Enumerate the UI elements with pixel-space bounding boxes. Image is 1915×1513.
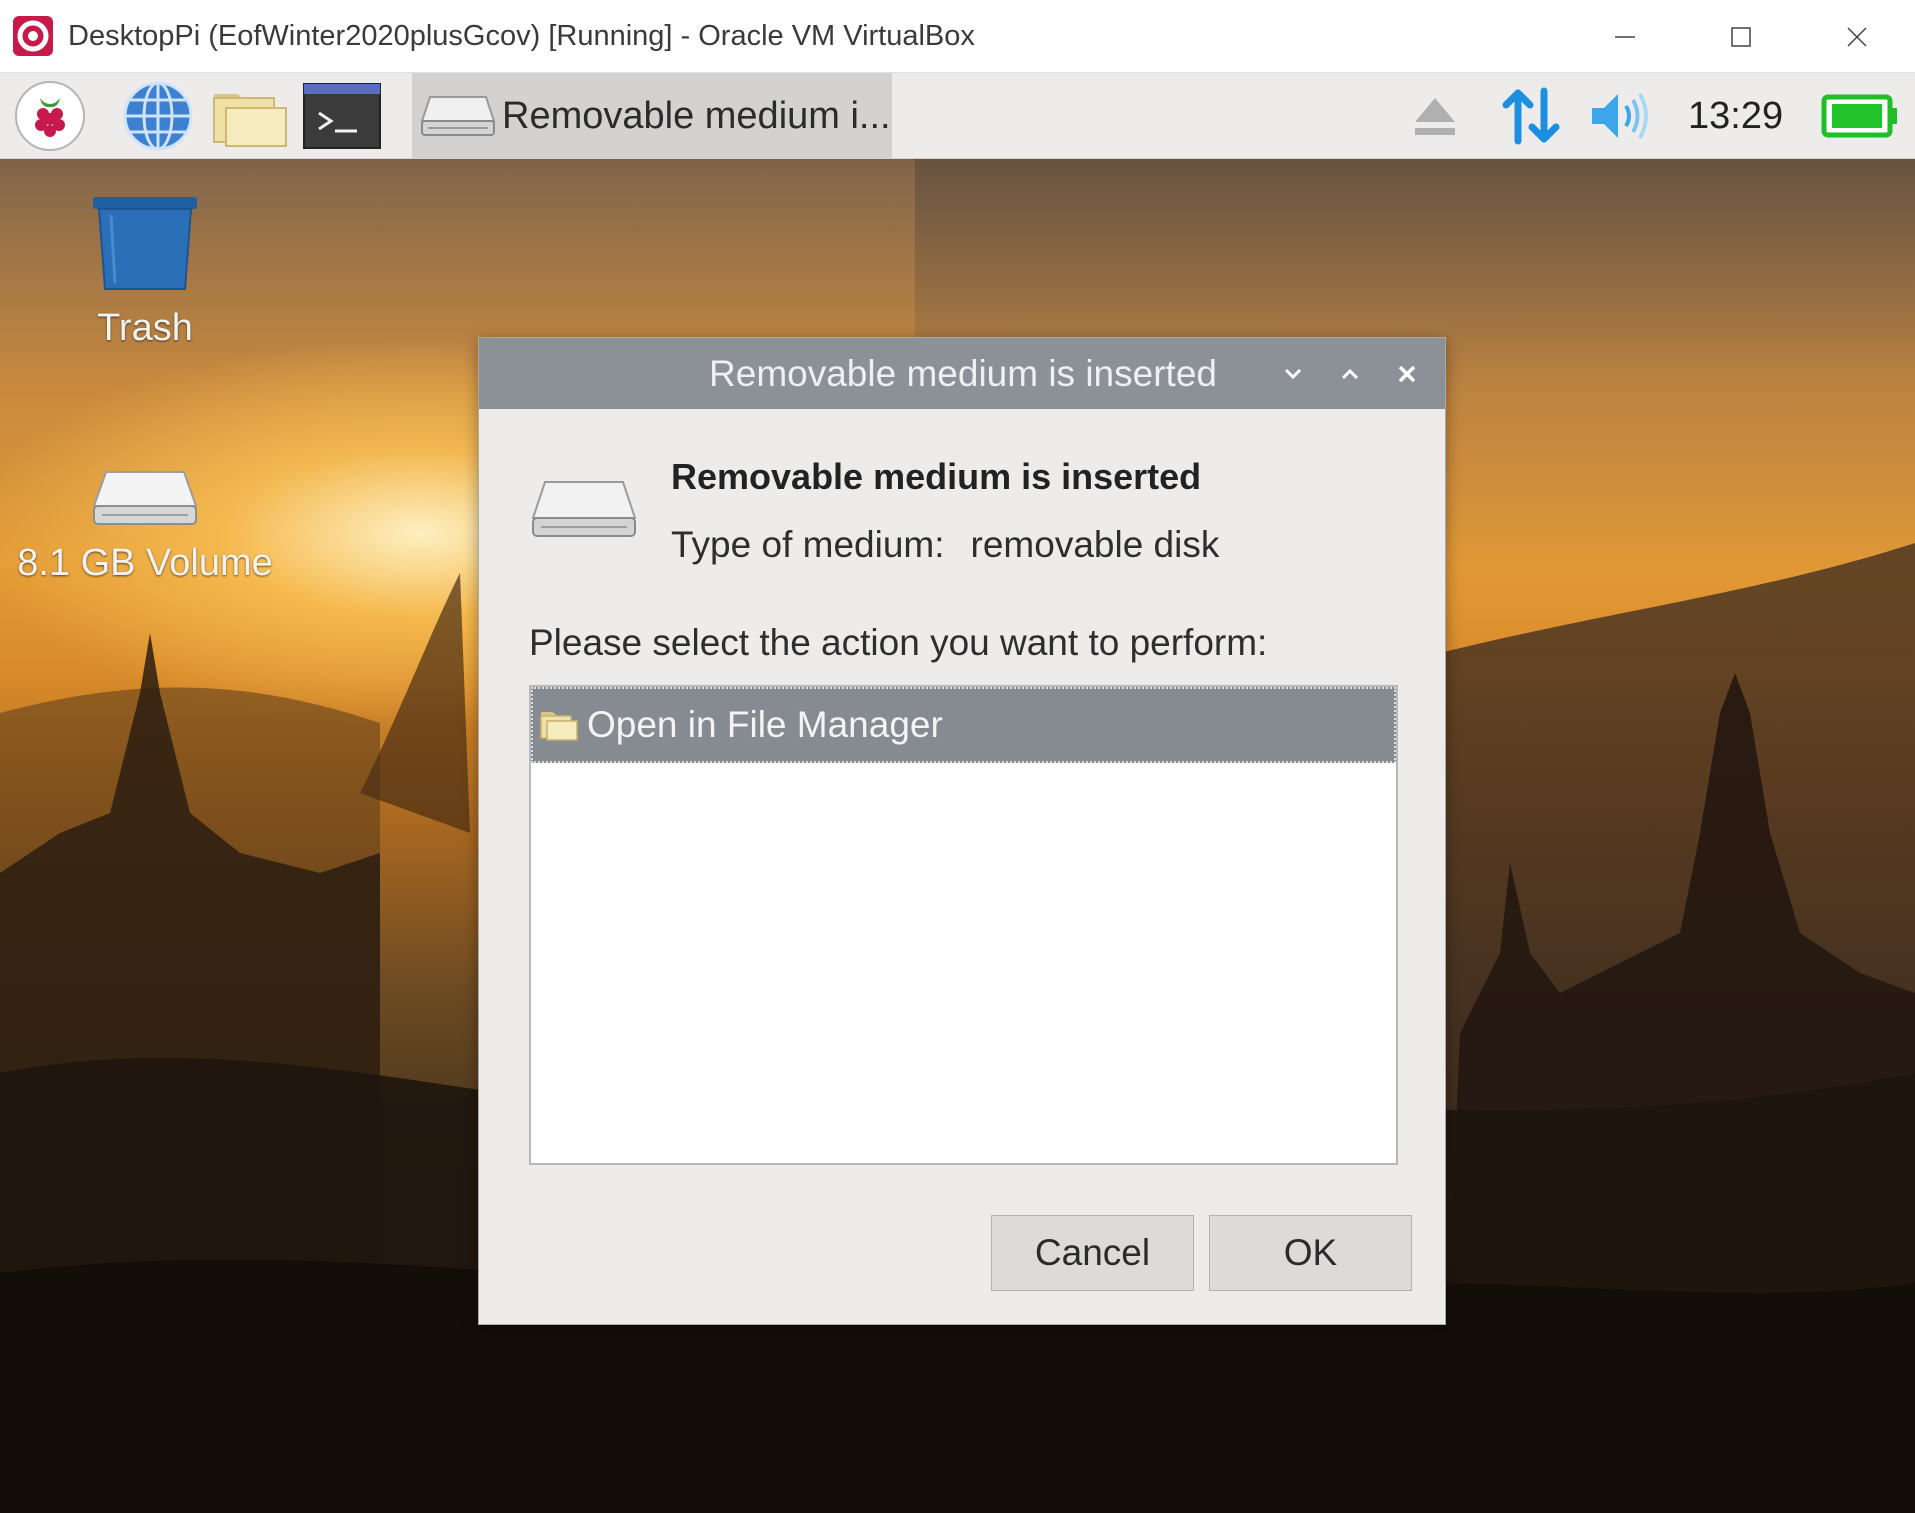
web-browser-icon xyxy=(123,81,193,151)
network-button[interactable] xyxy=(1496,73,1566,159)
host-window-title: DesktopPi (EofWinter2020plusGcov) [Runni… xyxy=(68,19,975,52)
desktop-icon-label: Trash xyxy=(97,307,193,349)
dialog-close-button[interactable] xyxy=(1378,345,1435,402)
taskbar-window-button[interactable]: Removable medium i... xyxy=(412,73,892,159)
terminal-button[interactable] xyxy=(302,73,382,159)
terminal-icon xyxy=(303,83,381,149)
desktop-icon-trash[interactable]: Trash xyxy=(80,193,210,350)
chevron-up-icon xyxy=(1341,368,1358,379)
battery-button[interactable] xyxy=(1820,73,1900,159)
clock[interactable]: 13:29 xyxy=(1688,73,1783,159)
host-window-titlebar: DesktopPi (EofWinter2020plusGcov) [Runni… xyxy=(0,0,1915,73)
removable-medium-dialog: Removable medium is inserted Removable m… xyxy=(478,337,1446,1325)
taskbar-window-label: Removable medium i... xyxy=(502,94,891,137)
web-browser-button[interactable] xyxy=(118,73,198,159)
virtualbox-app-icon xyxy=(13,16,53,56)
dialog-maximize-button[interactable] xyxy=(1321,345,1378,402)
medium-type-row: Type of medium: removable disk xyxy=(671,524,1219,566)
chevron-down-icon xyxy=(1284,368,1301,379)
battery-icon xyxy=(1821,94,1897,138)
maximize-icon xyxy=(1731,26,1751,47)
list-item[interactable]: Open in File Manager xyxy=(531,687,1396,763)
medium-type-label: Type of medium: xyxy=(671,524,945,565)
host-window-controls xyxy=(1567,0,1915,73)
cancel-button[interactable]: Cancel xyxy=(991,1215,1194,1291)
minimize-icon xyxy=(1615,35,1635,38)
volume-icon xyxy=(1592,93,1648,139)
maximize-button[interactable] xyxy=(1683,0,1799,73)
ok-button[interactable]: OK xyxy=(1209,1215,1412,1291)
close-icon xyxy=(1398,365,1415,382)
taskbar-panel: Removable medium i... 13:29 xyxy=(0,73,1915,159)
eject-icon xyxy=(1415,98,1455,135)
network-icon xyxy=(1502,87,1560,145)
raspberry-menu-icon xyxy=(15,81,85,151)
dialog-window-controls xyxy=(1264,338,1435,409)
action-list[interactable]: Open in File Manager xyxy=(529,685,1398,1165)
desktop-icon-volume[interactable]: 8.1 GB Volume xyxy=(10,468,280,585)
action-prompt: Please select the action you want to per… xyxy=(529,622,1268,663)
minimize-button[interactable] xyxy=(1567,0,1683,73)
action-label: Open in File Manager xyxy=(587,704,943,745)
dialog-titlebar[interactable]: Removable medium is inserted xyxy=(479,338,1445,409)
medium-type-value: removable disk xyxy=(970,524,1220,565)
volume-button[interactable] xyxy=(1585,73,1655,159)
dialog-minimize-button[interactable] xyxy=(1264,345,1321,402)
close-button[interactable] xyxy=(1799,0,1915,73)
drive-icon xyxy=(92,471,198,525)
menu-button[interactable] xyxy=(10,73,90,159)
trash-icon xyxy=(93,197,197,290)
file-manager-button[interactable] xyxy=(210,73,290,159)
folder-icon xyxy=(540,712,578,741)
desktop-icon-label: 8.1 GB Volume xyxy=(17,542,273,584)
dialog-heading: Removable medium is inserted xyxy=(671,456,1202,497)
eject-button[interactable] xyxy=(1405,73,1465,159)
drive-icon xyxy=(531,481,637,537)
file-manager-icon xyxy=(213,94,287,147)
guest-desktop[interactable]: Removable medium i... 13:29 Trash 8.1 GB… xyxy=(0,73,1915,1513)
drive-icon xyxy=(420,96,496,136)
close-icon xyxy=(1847,26,1867,47)
